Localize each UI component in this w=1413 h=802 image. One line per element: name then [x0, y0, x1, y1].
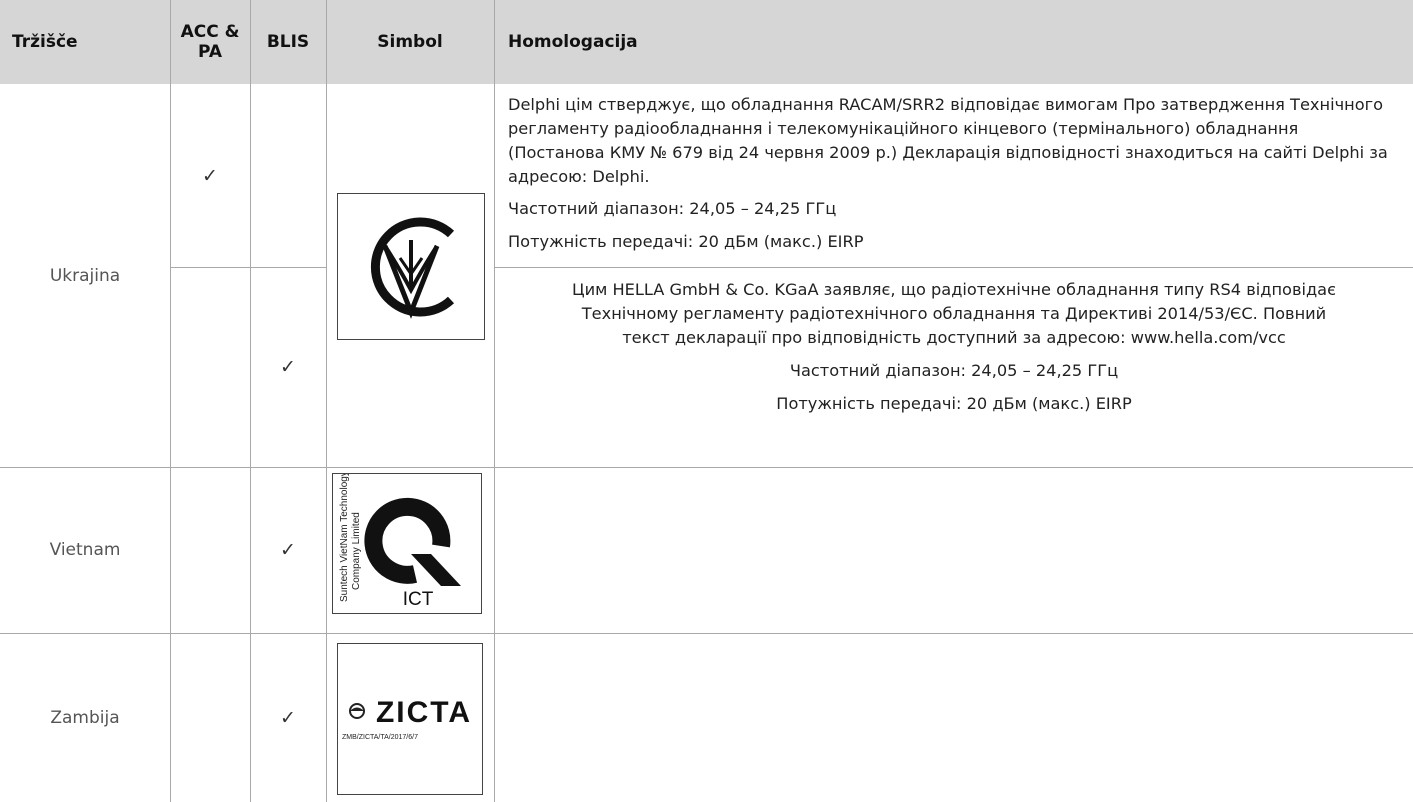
zicta-label: ZICTA — [376, 696, 472, 729]
zicta-code: ZMB/ZICTA/TA/2017/6/7 — [342, 734, 418, 741]
homologation-paragraph: Delphi цім стверджує, що обладнання RACA… — [508, 95, 1388, 186]
frequency-range: Частотний діапазон: 24,05 – 24,25 ГГц — [789, 361, 1119, 380]
homologation-ukraine-delphi: Delphi цім стверджує, що обладнання RACA… — [508, 93, 1400, 254]
header-acc-pa: ACC & PA — [180, 22, 240, 62]
market-zambija: Zambija — [50, 707, 120, 728]
homologation-paragraph: Цим HELLA GmbH & Co. KGaA заявляє, що ра… — [572, 280, 1336, 347]
zicta-logo-icon: ZICTA ZMB/ZICTA/TA/2017/6/7 — [337, 643, 483, 795]
blis-checkmark: ✓ — [280, 706, 296, 729]
homologation-ukraine-hella: Цим HELLA GmbH & Co. KGaA заявляє, що ра… — [508, 278, 1400, 416]
row-divider — [0, 633, 1413, 634]
frequency-range: Частотний діапазон: 24,05 – 24,25 ГГц — [508, 199, 837, 218]
row-divider — [494, 267, 1413, 268]
ukraine-conformity-mark-icon — [337, 193, 485, 340]
header-symbol: Simbol — [377, 32, 443, 52]
header-homologation: Homologacija — [508, 32, 638, 52]
ict-side-text: Company Limited — [351, 512, 362, 590]
row-divider — [170, 267, 250, 268]
column-divider — [326, 0, 327, 802]
transmit-power: Потужність передачі: 20 дБм (макс.) EIRP — [776, 394, 1132, 413]
column-divider — [494, 0, 495, 802]
ict-side-text: Suntech VietNam Technology — [339, 474, 350, 602]
transmit-power: Потужність передачі: 20 дБм (макс.) EIRP — [508, 232, 864, 251]
row-divider — [0, 467, 1413, 468]
ict-label: ICT — [403, 589, 434, 610]
blis-checkmark: ✓ — [280, 356, 296, 378]
market-ukrajina: Ukrajina — [49, 265, 121, 286]
acc-pa-checkmark: ✓ — [202, 164, 218, 187]
blis-checkmark: ✓ — [280, 539, 296, 561]
header-blis: BLIS — [266, 32, 310, 52]
header-market: Tržišče — [12, 32, 78, 52]
vietnam-ict-mark-icon: Suntech VietNam Technology Company Limit… — [332, 471, 482, 614]
market-vietnam: Vietnam — [49, 540, 121, 560]
